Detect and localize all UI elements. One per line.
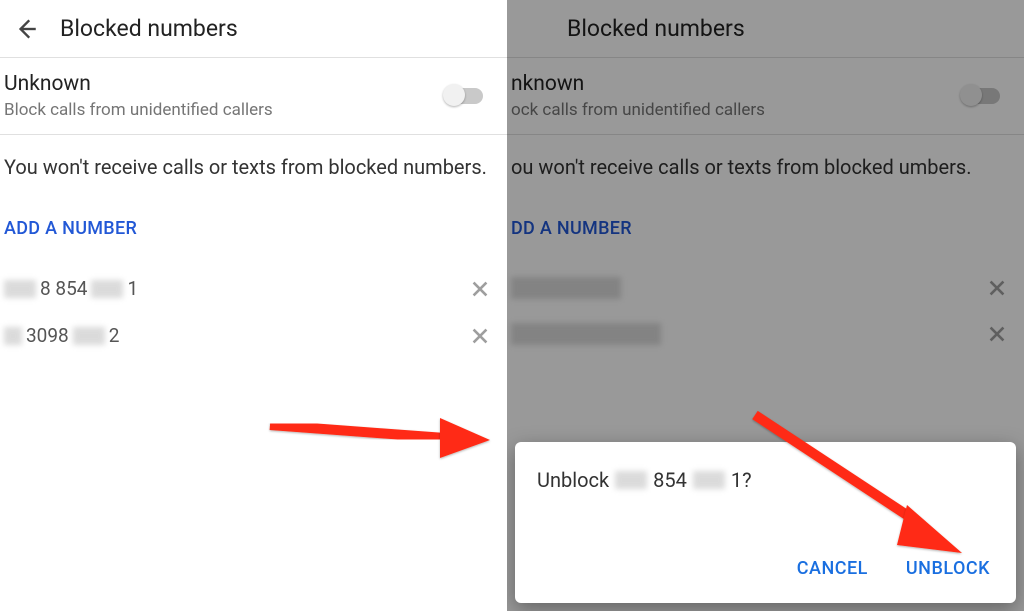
redaction-icon	[4, 280, 36, 298]
screenshot-right: Blocked numbers nknown ock calls from un…	[507, 0, 1024, 611]
back-icon[interactable]	[12, 15, 40, 43]
header-bar: Blocked numbers	[0, 0, 507, 58]
page-title: Blocked numbers	[60, 15, 238, 42]
add-number-button[interactable]: DD A NUMBER	[507, 190, 1024, 265]
unknown-toggle[interactable]	[962, 88, 1000, 104]
remove-number-icon[interactable]	[986, 323, 1008, 345]
blocked-number-row	[507, 311, 1024, 357]
callout-arrow-icon	[265, 400, 495, 470]
unknown-subtitle: Block calls from unidentified callers	[4, 100, 445, 120]
info-text: You won't receive calls or texts from bl…	[0, 135, 507, 190]
info-text: ou won't receive calls or texts from blo…	[507, 135, 1024, 190]
unknown-label: Unknown	[4, 72, 445, 96]
blocked-number	[511, 323, 986, 345]
unknown-callers-row[interactable]: Unknown Block calls from unidentified ca…	[0, 58, 507, 135]
blocked-number: 3098 2	[4, 324, 469, 347]
remove-number-icon[interactable]	[469, 278, 491, 300]
blocked-number: 8 854 1	[4, 277, 469, 300]
blocked-number-row: 8 854 1	[0, 265, 507, 312]
remove-number-icon[interactable]	[469, 325, 491, 347]
redaction-icon	[511, 323, 661, 345]
blocked-number-row: 3098 2	[0, 312, 507, 359]
blocked-number-row	[507, 265, 1024, 311]
redaction-icon	[91, 280, 123, 298]
unknown-label: nknown	[511, 72, 962, 96]
blocked-number	[511, 277, 986, 299]
redaction-icon	[4, 327, 22, 345]
unknown-subtitle: ock calls from unidentified callers	[511, 100, 962, 120]
unknown-callers-row[interactable]: nknown ock calls from unidentified calle…	[507, 58, 1024, 135]
remove-number-icon[interactable]	[986, 277, 1008, 299]
redaction-icon	[73, 327, 105, 345]
page-title: Blocked numbers	[567, 15, 745, 42]
redaction-icon	[511, 277, 621, 299]
redaction-icon	[693, 471, 725, 489]
screenshot-left: Blocked numbers Unknown Block calls from…	[0, 0, 507, 611]
header-bar: Blocked numbers	[507, 0, 1024, 58]
unknown-toggle[interactable]	[445, 88, 483, 104]
callout-arrow-icon	[747, 405, 977, 565]
redaction-icon	[615, 471, 647, 489]
add-number-button[interactable]: ADD A NUMBER	[0, 190, 507, 265]
